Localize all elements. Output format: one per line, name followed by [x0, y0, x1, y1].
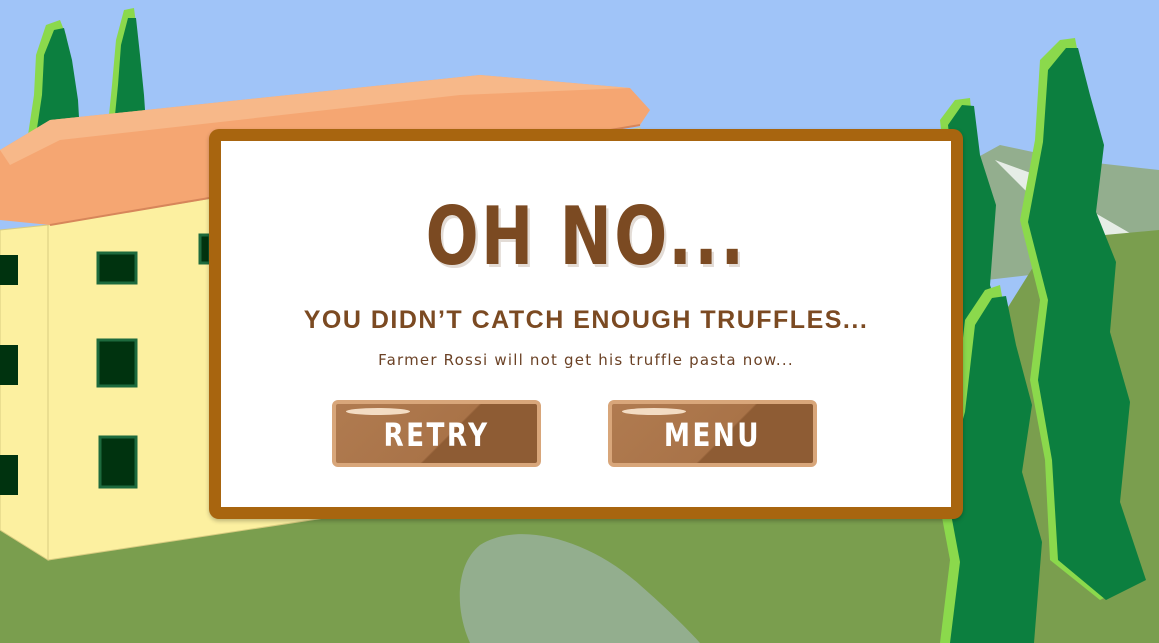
retry-button-label: RETRY — [383, 416, 490, 454]
menu-button-label: MENU — [663, 416, 762, 454]
menu-button[interactable]: MENU — [608, 400, 817, 467]
game-over-subtitle: YOU DIDN’T CATCH ENOUGH TRUFFLES... — [303, 306, 869, 334]
game-over-message: Farmer Rossi will not get his truffle pa… — [378, 351, 794, 369]
button-shine — [346, 408, 410, 415]
button-shine — [622, 408, 686, 415]
game-over-title: OH NO... — [425, 190, 747, 283]
retry-button[interactable]: RETRY — [332, 400, 541, 467]
game-over-dialog: OH NO... YOU DIDN’T CATCH ENOUGH TRUFFLE… — [209, 129, 963, 519]
